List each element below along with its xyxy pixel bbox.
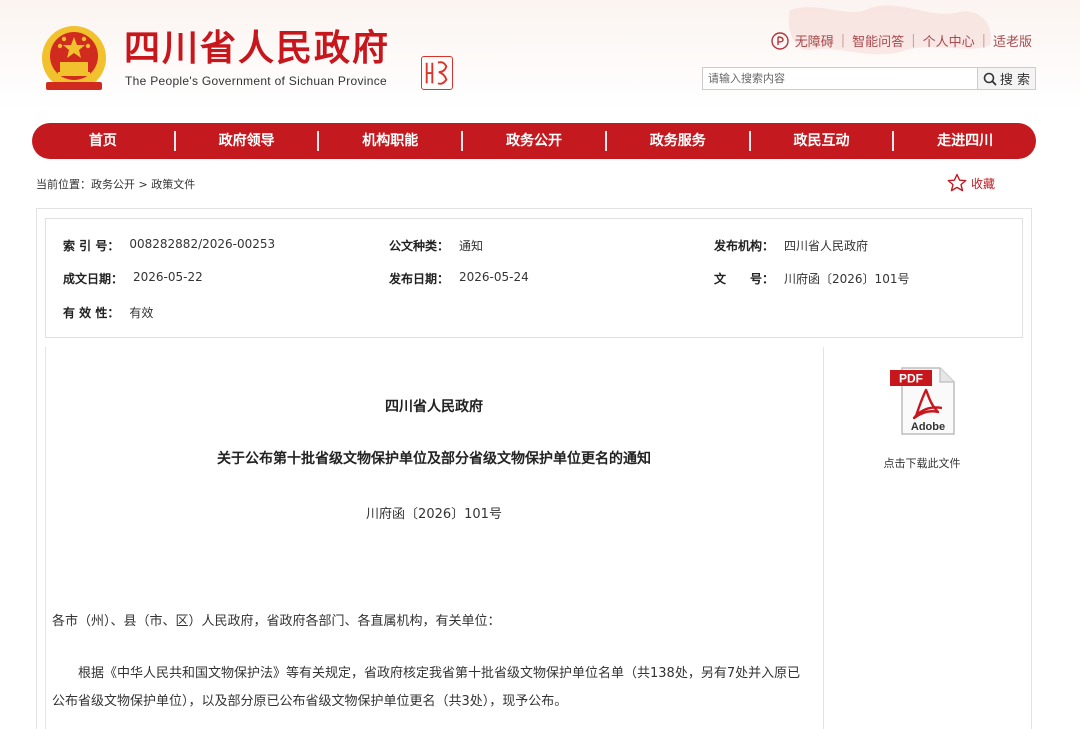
document-salutation: 各市（州）、县（市、区）人民政府，省政府各部门、各直属机构，有关单位：: [52, 614, 501, 629]
nav-divider: [748, 131, 751, 151]
meta-validity: 有 效 性： 有效: [63, 304, 153, 321]
nav-leaders[interactable]: 政府领导: [176, 131, 318, 151]
document-title: 关于公布第十批省级文物保护单位及部分省级文物保护单位更名的通知: [217, 451, 651, 467]
meta-validity-value: 有效: [129, 306, 154, 320]
favorite-label: 收藏: [971, 176, 996, 191]
pdf-download-icon[interactable]: PDF Adobe: [886, 364, 958, 436]
nav-about-sichuan[interactable]: 走进四川: [894, 131, 1036, 151]
meta-docno-value: 川府函〔2026〕101号: [784, 272, 910, 286]
separator: |: [911, 33, 916, 48]
top-link-elderly-mode[interactable]: 适老版: [993, 31, 1032, 50]
meta-org-label: 发布机构：: [714, 239, 775, 253]
top-link-qa[interactable]: 智能问答: [852, 31, 904, 50]
meta-docno: 文 号： 川府函〔2026〕101号: [714, 270, 909, 287]
document-paragraph: 根据《中华人民共和国文物保护法》等有关规定，省政府核定我省第十批省级文物保护单位…: [52, 666, 801, 709]
accessibility-icon: [771, 31, 789, 50]
separator: |: [840, 33, 846, 48]
meta-validity-label: 有 效 性：: [63, 306, 120, 320]
site-header: 四川省人民政府 The People's Government of Sichu…: [0, 0, 1080, 110]
nav-divider: [173, 131, 176, 151]
star-icon: [947, 173, 967, 192]
meta-index: 索 引 号： 008282882/2026-00253: [63, 237, 275, 254]
meta-created-value: 2026-05-22: [133, 270, 203, 284]
meta-created-label: 成文日期：: [63, 272, 124, 286]
content-divider: [823, 347, 824, 729]
nav-home[interactable]: 首页: [32, 131, 174, 151]
nav-gov-affairs[interactable]: 政务公开: [463, 131, 605, 151]
site-title: 四川省人民政府: [124, 27, 391, 69]
meta-index-label: 索 引 号：: [63, 239, 120, 253]
site-title-english: The People's Government of Sichuan Provi…: [125, 74, 387, 88]
search-button[interactable]: 搜 索: [977, 68, 1035, 89]
china-seal-icon: [421, 56, 453, 90]
top-link-personal-center[interactable]: 个人中心: [923, 31, 975, 50]
meta-published: 发布日期： 2026-05-24: [389, 270, 529, 287]
meta-docno-label: 文 号：: [714, 272, 775, 286]
search-button-label: 搜 索: [999, 73, 1031, 88]
favorite-button[interactable]: 收藏: [947, 173, 995, 193]
nav-interaction[interactable]: 政民互动: [751, 131, 893, 151]
meta-type: 公文种类： 通知: [389, 237, 483, 254]
meta-type-label: 公文种类：: [389, 239, 450, 253]
sichuan-map-decoration: [788, 5, 991, 55]
nav-functions[interactable]: 机构职能: [319, 131, 461, 151]
top-link-accessibility[interactable]: 无障碍: [795, 31, 834, 50]
search-input[interactable]: [703, 68, 977, 89]
meta-created: 成文日期： 2026-05-22: [63, 270, 203, 287]
search-bar: 搜 索: [702, 67, 1036, 90]
main-nav: 首页 政府领导 机构职能 政务公开 政务服务 政民互动 走进四川: [32, 123, 1036, 159]
pdf-download-link[interactable]: 点击下载此文件: [860, 455, 984, 471]
pdf-badge-label: PDF: [899, 372, 923, 386]
meta-published-value: 2026-05-24: [459, 270, 529, 284]
nav-divider: [317, 131, 320, 151]
meta-published-label: 发布日期：: [389, 272, 450, 286]
nav-divider: [461, 131, 464, 151]
meta-org-value: 四川省人民政府: [784, 239, 869, 253]
meta-type-value: 通知: [459, 239, 484, 253]
nav-divider: [892, 131, 895, 151]
national-emblem-icon: [42, 26, 106, 90]
breadcrumb: 当前位置：政务公开 > 政策文件: [36, 178, 196, 191]
meta-org: 发布机构： 四川省人民政府: [714, 237, 868, 254]
search-icon: [983, 72, 997, 86]
meta-index-value: 008282882/2026-00253: [129, 237, 276, 251]
nav-services[interactable]: 政务服务: [607, 131, 749, 151]
document-issuer: 四川省人民政府: [385, 399, 483, 415]
top-links: 无障碍 | 智能问答 | 个人中心 | 适老版: [771, 31, 1032, 50]
adobe-label: Adobe: [911, 421, 945, 433]
document-number: 川府函〔2026〕101号: [366, 507, 502, 522]
nav-divider: [604, 131, 607, 151]
separator: |: [981, 33, 986, 48]
